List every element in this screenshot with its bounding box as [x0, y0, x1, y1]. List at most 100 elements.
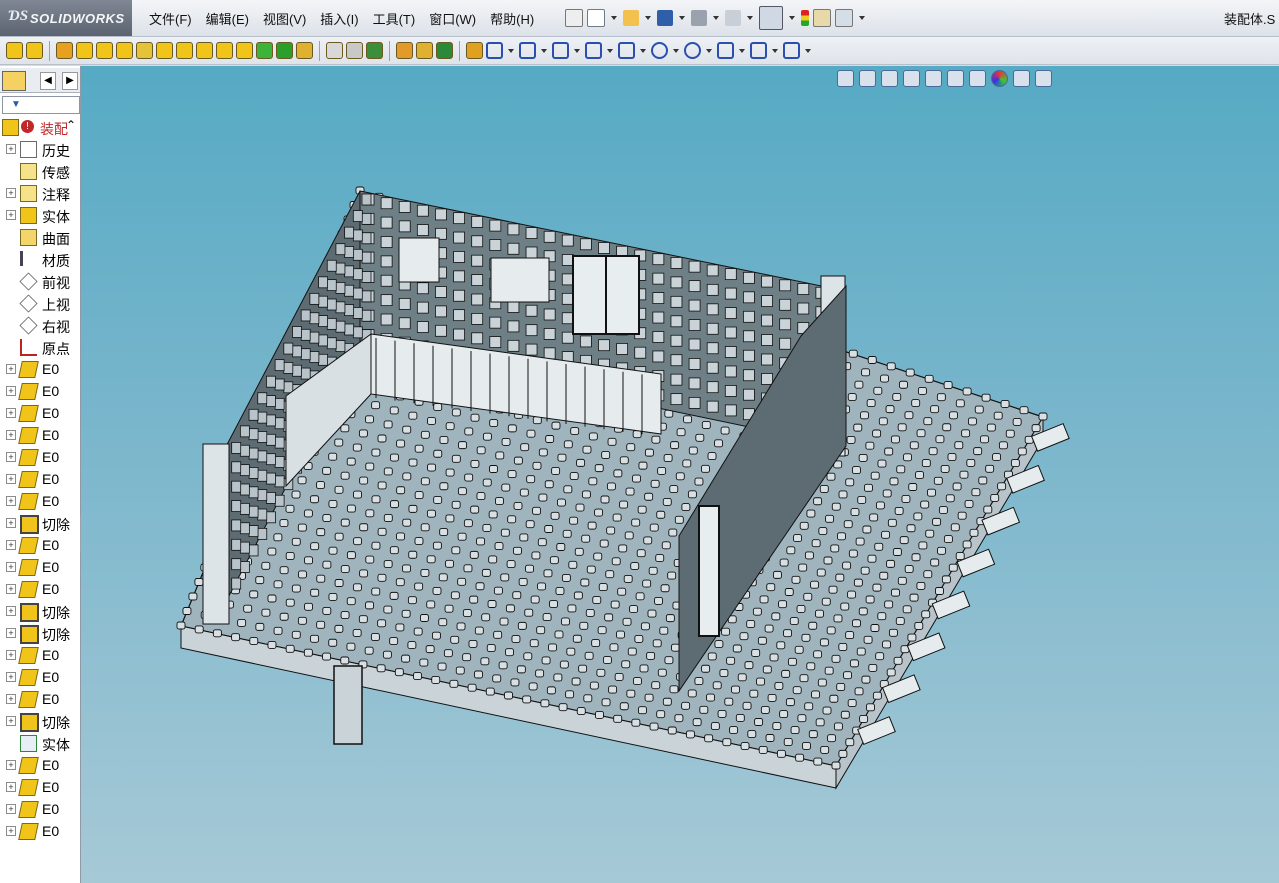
tree-item[interactable]: + E0 [0, 468, 80, 490]
tree-item[interactable]: + E0 [0, 424, 80, 446]
rebuild-traffic-light-icon[interactable] [801, 10, 809, 26]
command-tool-icon[interactable] [396, 42, 413, 59]
tool-dropdown-icon[interactable] [805, 48, 811, 53]
tree-item[interactable]: 传感 [0, 160, 80, 182]
tab-scroll-right-icon[interactable]: ▶ [62, 72, 78, 90]
command-tool-icon[interactable] [276, 42, 293, 59]
tree-item[interactable]: 曲面 [0, 226, 80, 248]
save-dropdown-icon[interactable] [679, 16, 685, 20]
expand-icon[interactable]: + [6, 782, 16, 792]
tool-dropdown-icon[interactable] [607, 48, 613, 53]
tree-item[interactable]: + E0 [0, 666, 80, 688]
filter-input[interactable]: ▼ [2, 96, 80, 114]
command-tool-icon[interactable] [236, 42, 253, 59]
tree-item[interactable]: + E0 [0, 380, 80, 402]
command-tool-icon[interactable] [326, 42, 343, 59]
select-dropdown-icon[interactable] [789, 16, 795, 20]
menu-view[interactable]: 视图(V) [256, 9, 313, 28]
tree-item[interactable]: + E0 [0, 798, 80, 820]
tree-root-item[interactable]: ! 装配 ⌃ [0, 116, 80, 138]
expand-icon[interactable]: + [6, 804, 16, 814]
expand-icon[interactable]: + [6, 760, 16, 770]
tree-item[interactable]: 右视 [0, 314, 80, 336]
slot-icon[interactable] [618, 42, 635, 59]
command-tool-icon[interactable] [116, 42, 133, 59]
tree-item[interactable]: + E0 [0, 578, 80, 600]
expand-icon[interactable]: + [6, 606, 16, 616]
rectangle-icon[interactable] [585, 42, 602, 59]
print-dropdown-icon[interactable] [713, 16, 719, 20]
pin-icon[interactable] [565, 9, 583, 27]
tool-dropdown-icon[interactable] [574, 48, 580, 53]
tree-item[interactable]: + 切除 [0, 600, 80, 622]
expand-icon[interactable]: + [6, 188, 16, 198]
tree-item[interactable]: + E0 [0, 688, 80, 710]
tree-item[interactable]: + 注释 [0, 182, 80, 204]
select-arrow-icon[interactable] [759, 6, 783, 30]
file-properties-icon[interactable] [813, 9, 831, 27]
save-icon[interactable] [657, 10, 673, 26]
expand-icon[interactable]: + [6, 826, 16, 836]
feature-manager-tab-icon[interactable] [2, 71, 26, 91]
expand-icon[interactable]: + [6, 364, 16, 374]
command-tool-icon[interactable] [76, 42, 93, 59]
options-dropdown-icon[interactable] [859, 16, 865, 20]
expand-icon[interactable]: + [6, 518, 16, 528]
tree-item[interactable]: + 实体 [0, 204, 80, 226]
tree-item[interactable]: + E0 [0, 534, 80, 556]
expand-icon[interactable]: + [6, 672, 16, 682]
print-icon[interactable] [691, 10, 707, 26]
command-tool-icon[interactable] [256, 42, 273, 59]
command-tool-icon[interactable] [196, 42, 213, 59]
expand-icon[interactable]: + [6, 562, 16, 572]
expand-icon[interactable]: + [6, 408, 16, 418]
tree-item[interactable]: 原点 [0, 336, 80, 358]
command-tool-icon[interactable] [436, 42, 453, 59]
tree-item[interactable]: + 历史 [0, 138, 80, 160]
menu-file[interactable]: 文件(F) [142, 9, 199, 28]
open-folder-icon[interactable] [623, 10, 639, 26]
expand-icon[interactable]: + [6, 694, 16, 704]
new-document-icon[interactable] [587, 9, 605, 27]
expand-icon[interactable]: + [6, 474, 16, 484]
graphics-viewport[interactable] [81, 66, 1279, 883]
expand-icon[interactable]: + [6, 584, 16, 594]
tree-item[interactable]: + E0 [0, 820, 80, 842]
menu-help[interactable]: 帮助(H) [483, 9, 541, 28]
new-dropdown-icon[interactable] [611, 16, 617, 20]
expand-icon[interactable]: + [6, 210, 16, 220]
command-tool-icon[interactable] [366, 42, 383, 59]
expand-icon[interactable]: + [6, 650, 16, 660]
command-tool-icon[interactable] [56, 42, 73, 59]
tree-item[interactable]: 材质 [0, 248, 80, 270]
smart-dimension-icon[interactable] [519, 42, 536, 59]
expand-icon[interactable]: + [6, 452, 16, 462]
collapse-up-icon[interactable]: ⌃ [66, 118, 76, 132]
solidworks-logo[interactable]: ƊS SOLIDWORKS [0, 0, 132, 36]
sketch-icon[interactable] [486, 42, 503, 59]
tree-item[interactable]: + E0 [0, 776, 80, 798]
arc-icon[interactable] [684, 42, 701, 59]
tree-item[interactable]: 上视 [0, 292, 80, 314]
undo-dropdown-icon[interactable] [747, 16, 753, 20]
expand-icon[interactable]: + [6, 716, 16, 726]
command-tool-icon[interactable] [416, 42, 433, 59]
command-tool-icon[interactable] [216, 42, 233, 59]
tool-dropdown-icon[interactable] [508, 48, 514, 53]
command-tool-icon[interactable] [136, 42, 153, 59]
tool-dropdown-icon[interactable] [739, 48, 745, 53]
tool-dropdown-icon[interactable] [706, 48, 712, 53]
tree-item[interactable]: + E0 [0, 490, 80, 512]
command-tool-icon[interactable] [176, 42, 193, 59]
tree-item[interactable]: + E0 [0, 754, 80, 776]
tree-item[interactable]: + E0 [0, 402, 80, 424]
menu-edit[interactable]: 编辑(E) [199, 9, 256, 28]
expand-icon[interactable]: + [6, 628, 16, 638]
expand-icon[interactable]: + [6, 144, 16, 154]
expand-icon[interactable]: + [6, 540, 16, 550]
spline-icon[interactable] [717, 42, 734, 59]
tree-item[interactable]: + E0 [0, 644, 80, 666]
menu-insert[interactable]: 插入(I) [313, 9, 365, 28]
tree-item[interactable]: + 切除 [0, 622, 80, 644]
undo-icon[interactable] [725, 10, 741, 26]
